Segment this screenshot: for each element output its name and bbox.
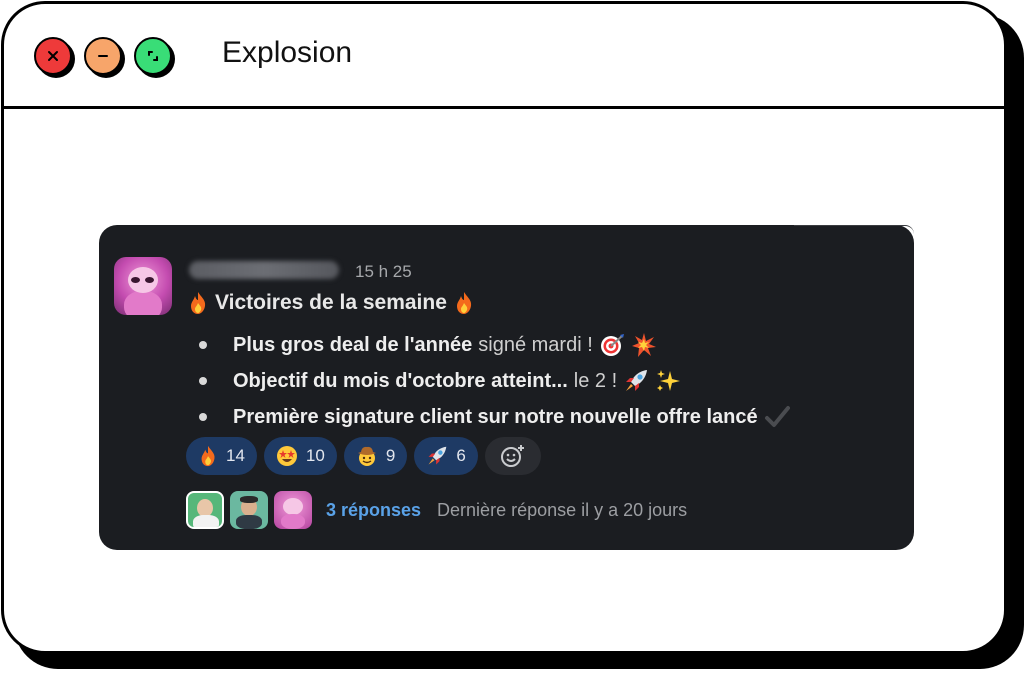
list-item-rest: signé mardi !	[478, 333, 593, 356]
list-item: Plus gros deal de l'année signé mardi !	[199, 327, 899, 363]
bullet	[199, 341, 207, 349]
sloth-body-shape	[124, 291, 162, 315]
list-item-bold: Objectif du mois d'octobre atteint...	[233, 369, 568, 392]
replies-count-link[interactable]: 3 réponses	[326, 500, 421, 521]
reaction-count: 6	[456, 446, 466, 465]
titlebar: Explosion	[4, 4, 1004, 109]
add-reaction-button[interactable]	[484, 437, 541, 475]
thread-replies[interactable]: 3 réponses Dernière réponse il y a 20 jo…	[186, 491, 687, 529]
sloth-body-shape	[281, 514, 305, 529]
jacket-shape	[236, 515, 262, 529]
message-timestamp[interactable]: 15 h 25	[355, 262, 412, 282]
reaction-count: 9	[385, 446, 396, 465]
bullet	[199, 377, 207, 385]
reply-avatar[interactable]	[230, 491, 268, 529]
message-heading: Victoires de la semaine	[189, 291, 473, 315]
card-corner-decoration	[794, 225, 914, 234]
maximize-icon	[148, 51, 158, 61]
rocket-icon	[428, 446, 447, 465]
reply-avatar[interactable]	[274, 491, 312, 529]
sloth-eye-left	[131, 277, 140, 283]
direct-hit-icon	[600, 334, 624, 356]
reaction-count: 10	[305, 446, 325, 465]
reaction-cowboy[interactable]: 9	[343, 437, 408, 475]
close-icon	[48, 51, 58, 61]
collision-icon	[631, 333, 656, 357]
wins-list: Plus gros deal de l'année signé mardi ! …	[199, 327, 899, 435]
reaction-fire[interactable]: 14	[186, 437, 257, 475]
rocket-icon	[626, 370, 648, 391]
minimize-button[interactable]	[84, 37, 122, 75]
message-card: 15 h 25 Victoires de la semaine Plus gro…	[99, 225, 914, 550]
list-item-bold: Plus gros deal de l'année	[233, 333, 473, 356]
cowboy-face-icon	[357, 446, 376, 466]
reaction-star-struck[interactable]: 10	[263, 437, 337, 475]
minimize-icon	[98, 55, 108, 57]
author-name-blurred[interactable]	[189, 261, 339, 279]
fire-icon	[201, 445, 215, 467]
list-item-bold: Première signature client sur notre nouv…	[233, 405, 758, 428]
list-item-rest: le 2 !	[573, 369, 618, 392]
shirt-shape	[193, 515, 219, 527]
reactions-bar: 14 10 9 6	[186, 437, 541, 475]
sloth-face-shape	[283, 498, 303, 515]
close-button[interactable]	[34, 37, 72, 75]
hair-shape	[240, 496, 258, 503]
reply-avatar[interactable]	[186, 491, 224, 529]
maximize-button[interactable]	[134, 37, 172, 75]
reaction-count: 14	[226, 446, 245, 465]
check-mark-icon	[764, 406, 790, 427]
add-emoji-icon	[500, 445, 524, 467]
last-reply-text: Dernière réponse il y a 20 jours	[437, 499, 688, 520]
author-avatar[interactable]	[114, 257, 172, 315]
sparkles-icon	[657, 370, 681, 391]
list-item: Objectif du mois d'octobre atteint... le…	[199, 363, 899, 399]
reaction-rocket[interactable]: 6	[414, 437, 478, 475]
sloth-eye-right	[145, 277, 154, 283]
app-window: Explosion 15 h 25 Victoires de la semain…	[1, 1, 1007, 654]
fire-icon	[191, 292, 206, 314]
list-item: Première signature client sur notre nouv…	[199, 399, 899, 435]
heading-text: Victoires de la semaine	[215, 291, 447, 314]
bullet	[199, 413, 207, 421]
window-title: Explosion	[222, 36, 353, 69]
fire-icon	[456, 292, 472, 314]
star-struck-icon	[276, 446, 297, 466]
